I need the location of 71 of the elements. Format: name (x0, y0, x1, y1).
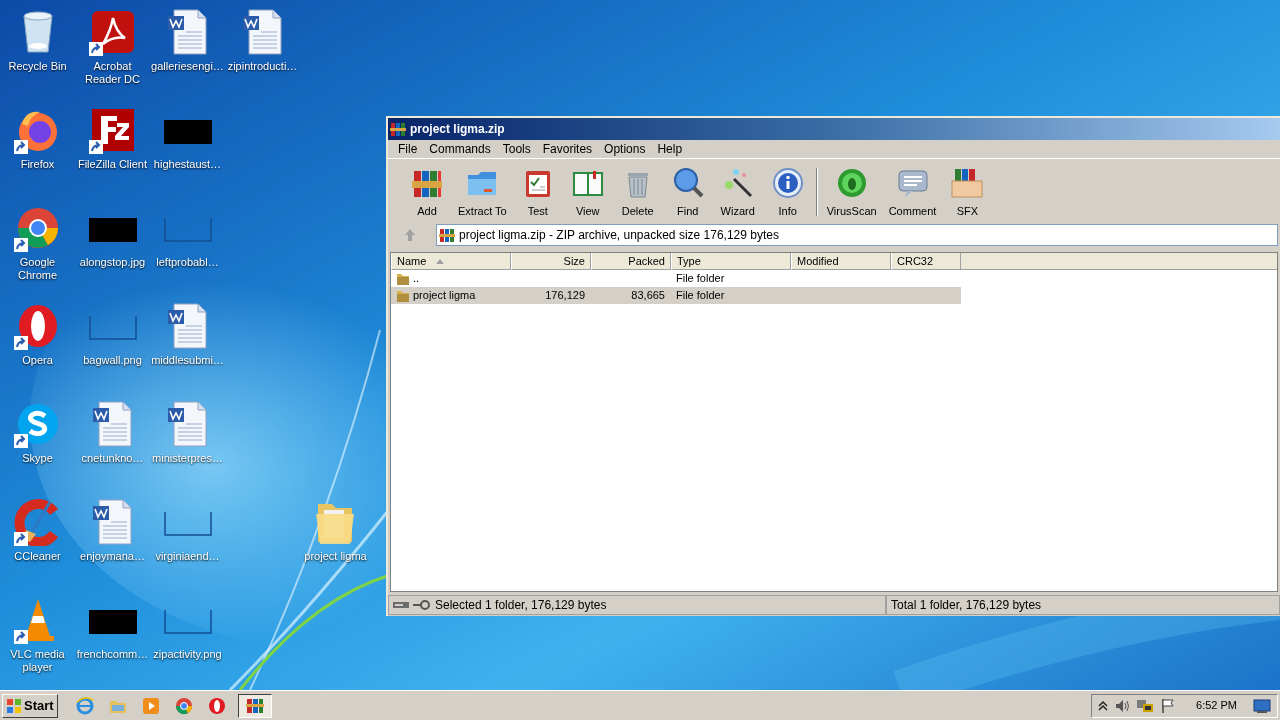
icon-label[interactable]: alongstop.jpg (74, 256, 151, 269)
toolbar-button[interactable]: Wizard (712, 163, 763, 220)
toolbar-button[interactable]: Extract To (452, 163, 513, 220)
info-icon (771, 167, 804, 199)
icon-label[interactable]: galleriesengi… (149, 60, 226, 73)
icon-label[interactable]: Opera (0, 354, 76, 367)
image-thumbnail-icon (88, 316, 137, 340)
window-title: project ligma.zip (410, 121, 505, 138)
menu-item[interactable]: Tools (496, 140, 537, 158)
icon-label[interactable]: highestaust… (149, 158, 226, 171)
table-cell-text: .. (413, 271, 420, 287)
speech-bubble-icon (896, 167, 929, 199)
start-button[interactable]: Start (2, 693, 58, 718)
icon-label[interactable]: Acrobat Reader DC (74, 60, 151, 86)
menu-item[interactable]: Options (598, 140, 652, 158)
table-cell: File folder (676, 272, 725, 285)
box-books-icon (951, 167, 984, 199)
play-icon (141, 696, 160, 715)
toolbar-button[interactable]: Find (662, 163, 713, 220)
windows-logo-icon (6, 697, 22, 714)
key-icon (413, 600, 431, 610)
menu-item[interactable]: Favorites (536, 140, 599, 158)
toolbar-button[interactable]: SFX (942, 163, 993, 220)
network-icon[interactable] (1136, 697, 1155, 714)
chrome-circle-icon (174, 696, 193, 715)
table-cell: 83,665 (631, 289, 665, 302)
icon-label[interactable]: Google Chrome (0, 256, 76, 282)
bug-icon (835, 167, 868, 199)
books-icon (245, 696, 264, 715)
icon-label[interactable]: bagwall.png (74, 354, 151, 367)
toolbar-button[interactable]: Add (402, 163, 452, 220)
taskbar-button[interactable] (237, 693, 272, 718)
address-field[interactable]: project ligma.zip - ZIP archive, unpacked size 176,129 bytes (436, 224, 1278, 246)
magnifier-icon (671, 167, 704, 199)
books-icon (390, 121, 406, 137)
up-arrow-icon (404, 228, 416, 242)
icon-label[interactable]: Recycle Bin (0, 60, 76, 73)
folder-icon (396, 288, 410, 303)
toolbar-button[interactable]: View (562, 163, 613, 220)
table-cell-text: project ligma (413, 288, 476, 304)
toolbar-button[interactable]: Delete (612, 163, 663, 220)
icon-label[interactable]: FileZilla Client (74, 158, 151, 171)
menu-item[interactable]: File (392, 140, 424, 158)
image-thumbnail-icon (163, 512, 212, 536)
image-thumbnail-icon (163, 610, 212, 634)
table-cell: File folder (676, 289, 725, 302)
toolbar-button[interactable]: Test (512, 163, 563, 220)
image-thumbnail-icon (163, 218, 212, 242)
menu-item[interactable]: Help (651, 140, 689, 158)
folder-icon (396, 271, 410, 286)
status-text: Selected 1 folder, 176,129 bytes (435, 597, 607, 614)
icon-label[interactable]: zipintroducti… (224, 60, 301, 73)
toolbar-button[interactable]: Comment (882, 163, 943, 220)
letter-o-icon (207, 696, 226, 715)
toolbar-button[interactable]: Info (762, 163, 813, 220)
icon-label[interactable]: leftprobabl… (149, 256, 226, 269)
drive-icon (393, 601, 409, 609)
ie-logo-icon (75, 696, 94, 715)
show-desktop-icon[interactable] (1253, 698, 1271, 713)
flag-icon[interactable] (1160, 697, 1177, 714)
menu-item[interactable]: Commands (423, 140, 497, 158)
status-text: Total 1 folder, 176,129 bytes (891, 597, 1042, 614)
icon-label[interactable]: CCleaner (0, 550, 76, 563)
table-cell: 176,129 (545, 289, 585, 302)
chevron-up-icon[interactable] (1098, 699, 1109, 712)
toolbar-button[interactable]: VirusScan (820, 163, 883, 220)
icon-label[interactable]: Firefox (0, 158, 76, 171)
books-icon (439, 227, 455, 243)
clock[interactable]: 6:52 PM (1196, 697, 1237, 714)
file-row[interactable]: project ligma 176,129 83,665 File folder (391, 287, 961, 304)
sort-arrow-icon (436, 258, 445, 264)
